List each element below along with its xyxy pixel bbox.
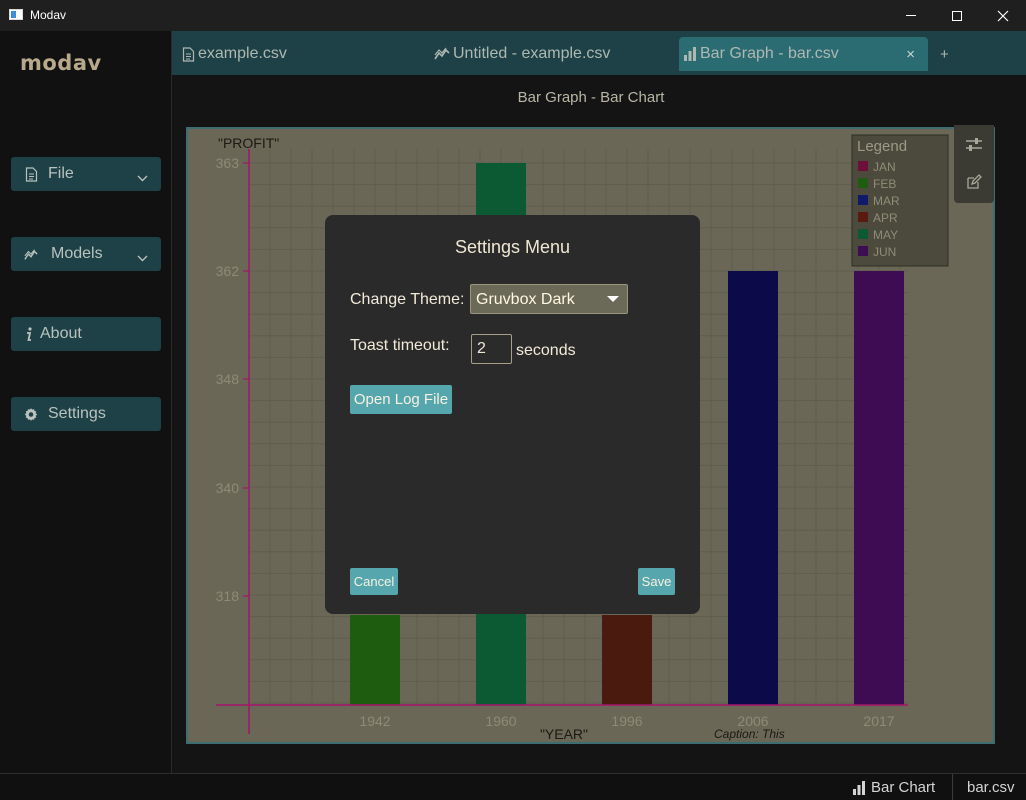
legend-label: APR xyxy=(873,211,898,225)
open-log-file-button[interactable]: Open Log File xyxy=(350,385,452,414)
sidebar-item-about[interactable]: About xyxy=(11,317,161,351)
bar xyxy=(728,271,778,705)
maximize-button[interactable] xyxy=(934,0,980,31)
y-tick-label: 362 xyxy=(216,263,240,279)
bar xyxy=(602,615,652,705)
settings-dialog: Settings Menu Change Theme: Gruvbox Dark… xyxy=(325,215,700,614)
y-tick-label: 340 xyxy=(216,480,240,496)
tab-untitled-example[interactable]: Untitled - example.csv xyxy=(434,37,610,71)
status-divider xyxy=(952,774,953,800)
app-icon xyxy=(9,9,23,20)
bar-chart-icon xyxy=(683,47,697,61)
chart-caption: Caption: This xyxy=(714,727,785,741)
legend-swatch xyxy=(858,212,868,222)
y-tick-label: 363 xyxy=(216,155,240,171)
close-icon xyxy=(997,10,1009,21)
legend-swatch xyxy=(858,246,868,256)
dialog-title: Settings Menu xyxy=(454,237,571,257)
chevron-down-icon xyxy=(137,169,148,187)
legend-label: FEB xyxy=(873,177,896,191)
minimize-button[interactable] xyxy=(888,0,934,31)
x-tick-label: 1960 xyxy=(485,713,516,729)
save-button[interactable]: Save xyxy=(638,568,675,595)
y-axis-title: "PROFIT" xyxy=(218,135,279,151)
gear-icon xyxy=(24,407,38,422)
legend-swatch xyxy=(858,229,868,239)
sidebar-item-label: About xyxy=(40,325,82,342)
legend-swatch xyxy=(858,178,868,188)
title-bar: Modav xyxy=(0,0,1026,31)
tab-bar-graph[interactable]: Bar Graph - bar.csv × xyxy=(679,37,928,71)
tab-example-csv[interactable]: example.csv xyxy=(182,37,287,71)
chevron-down-icon xyxy=(137,249,148,267)
toast-timeout-input[interactable]: 2 xyxy=(471,334,512,364)
x-tick-label: 1942 xyxy=(359,713,390,729)
legend-label: MAR xyxy=(873,194,900,208)
file-icon xyxy=(24,167,38,182)
cancel-button[interactable]: Cancel xyxy=(350,568,398,595)
legend-title: Legend xyxy=(857,138,907,155)
timeout-unit: seconds xyxy=(516,342,576,359)
status-file: bar.csv xyxy=(967,779,1015,796)
close-window-button[interactable] xyxy=(980,0,1026,31)
edit-icon[interactable] xyxy=(964,172,984,192)
theme-label: Change Theme: xyxy=(350,291,465,308)
y-tick-label: 318 xyxy=(216,588,240,604)
theme-select[interactable]: Gruvbox Dark xyxy=(470,284,628,314)
add-tab-button[interactable]: + xyxy=(940,46,949,63)
status-bar: Bar Chart bar.csv xyxy=(0,773,1026,800)
legend-swatch xyxy=(858,161,868,171)
file-icon xyxy=(182,46,195,62)
chart-line-icon xyxy=(24,247,38,262)
sidebar-item-settings[interactable]: Settings xyxy=(11,397,161,431)
close-tab-icon[interactable]: × xyxy=(906,46,915,63)
legend-label: JAN xyxy=(873,160,896,174)
sidebar-item-file[interactable]: File xyxy=(11,157,161,191)
tab-label: example.csv xyxy=(198,45,287,62)
tab-bar: example.csv Untitled - example.csv Bar G… xyxy=(172,31,1026,75)
graph-title: Bar Graph - Bar Chart xyxy=(517,89,665,106)
app-window: Modav modav File Models About Settings e… xyxy=(0,0,1026,800)
maximize-icon xyxy=(952,10,962,21)
x-tick-label: 1996 xyxy=(611,713,642,729)
sidebar-item-label: Models xyxy=(51,245,103,262)
status-chart-type: Bar Chart xyxy=(852,779,935,796)
sidebar-item-models[interactable]: Models xyxy=(11,237,161,271)
x-tick-label: 2017 xyxy=(863,713,894,729)
legend-label: MAY xyxy=(873,228,898,242)
sidebar-item-label: Settings xyxy=(48,405,106,422)
tab-label: Bar Graph - bar.csv xyxy=(700,45,839,62)
sidebar: modav File Models About Settings xyxy=(0,31,172,773)
legend-label: JUN xyxy=(873,245,896,259)
minimize-icon xyxy=(906,15,916,16)
bar-chart-icon xyxy=(853,780,865,795)
x-axis-title: "YEAR" xyxy=(540,726,588,742)
adjust-icon[interactable] xyxy=(964,135,984,155)
theme-value: Gruvbox Dark xyxy=(476,291,575,308)
y-tick-label: 348 xyxy=(216,371,240,387)
chart-line-icon xyxy=(434,47,450,61)
bar xyxy=(854,271,904,705)
status-chart-label: Bar Chart xyxy=(871,779,936,796)
window-title: Modav xyxy=(30,8,67,22)
chart-toolbar xyxy=(954,125,994,203)
app-logo: modav xyxy=(20,51,102,75)
info-icon xyxy=(22,327,36,342)
dropdown-arrow-icon xyxy=(607,296,619,302)
legend-swatch xyxy=(858,195,868,205)
timeout-label: Toast timeout: xyxy=(350,337,450,354)
bar xyxy=(350,615,400,705)
tab-label: Untitled - example.csv xyxy=(453,45,611,62)
sidebar-item-label: File xyxy=(48,165,74,182)
